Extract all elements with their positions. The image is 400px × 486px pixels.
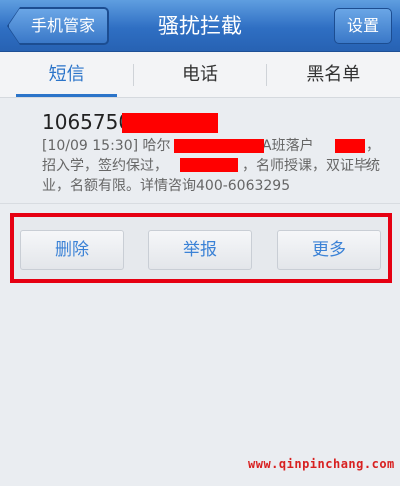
- settings-button[interactable]: 设置: [334, 8, 392, 44]
- tab-calls[interactable]: 电话: [133, 52, 266, 97]
- tab-sms[interactable]: 短信: [0, 52, 133, 97]
- page-title: 骚扰拦截: [158, 14, 242, 38]
- message-line: [10/09 15:30] 哈尔: [42, 138, 171, 154]
- divider: [0, 203, 400, 204]
- title-bar: 手机管家 骚扰拦截 设置: [0, 0, 400, 52]
- message-line: 业，名额有限。详情咨询400-6063295: [42, 178, 291, 194]
- back-button[interactable]: 手机管家: [8, 8, 108, 44]
- tab-bar: 短信 电话 黑名单: [0, 52, 400, 98]
- tab-divider: [266, 64, 267, 86]
- more-button[interactable]: 更多: [277, 230, 381, 270]
- message-line: A班落户: [262, 138, 314, 154]
- redaction-mark: [174, 139, 264, 153]
- redaction-mark: [122, 113, 218, 133]
- delete-button[interactable]: 删除: [20, 230, 124, 270]
- message-sender: 1065750: [42, 110, 132, 134]
- tab-divider: [133, 64, 134, 86]
- watermark: www.qinpinchang.com: [248, 457, 395, 471]
- redaction-mark: [180, 158, 238, 172]
- message-line: 招入学，签约保过，: [42, 158, 168, 174]
- report-button[interactable]: 举报: [148, 230, 252, 270]
- tab-blacklist[interactable]: 黑名单: [267, 52, 400, 97]
- message-line: ，名师授课，双证毕: [242, 158, 368, 174]
- redaction-mark: [335, 139, 365, 153]
